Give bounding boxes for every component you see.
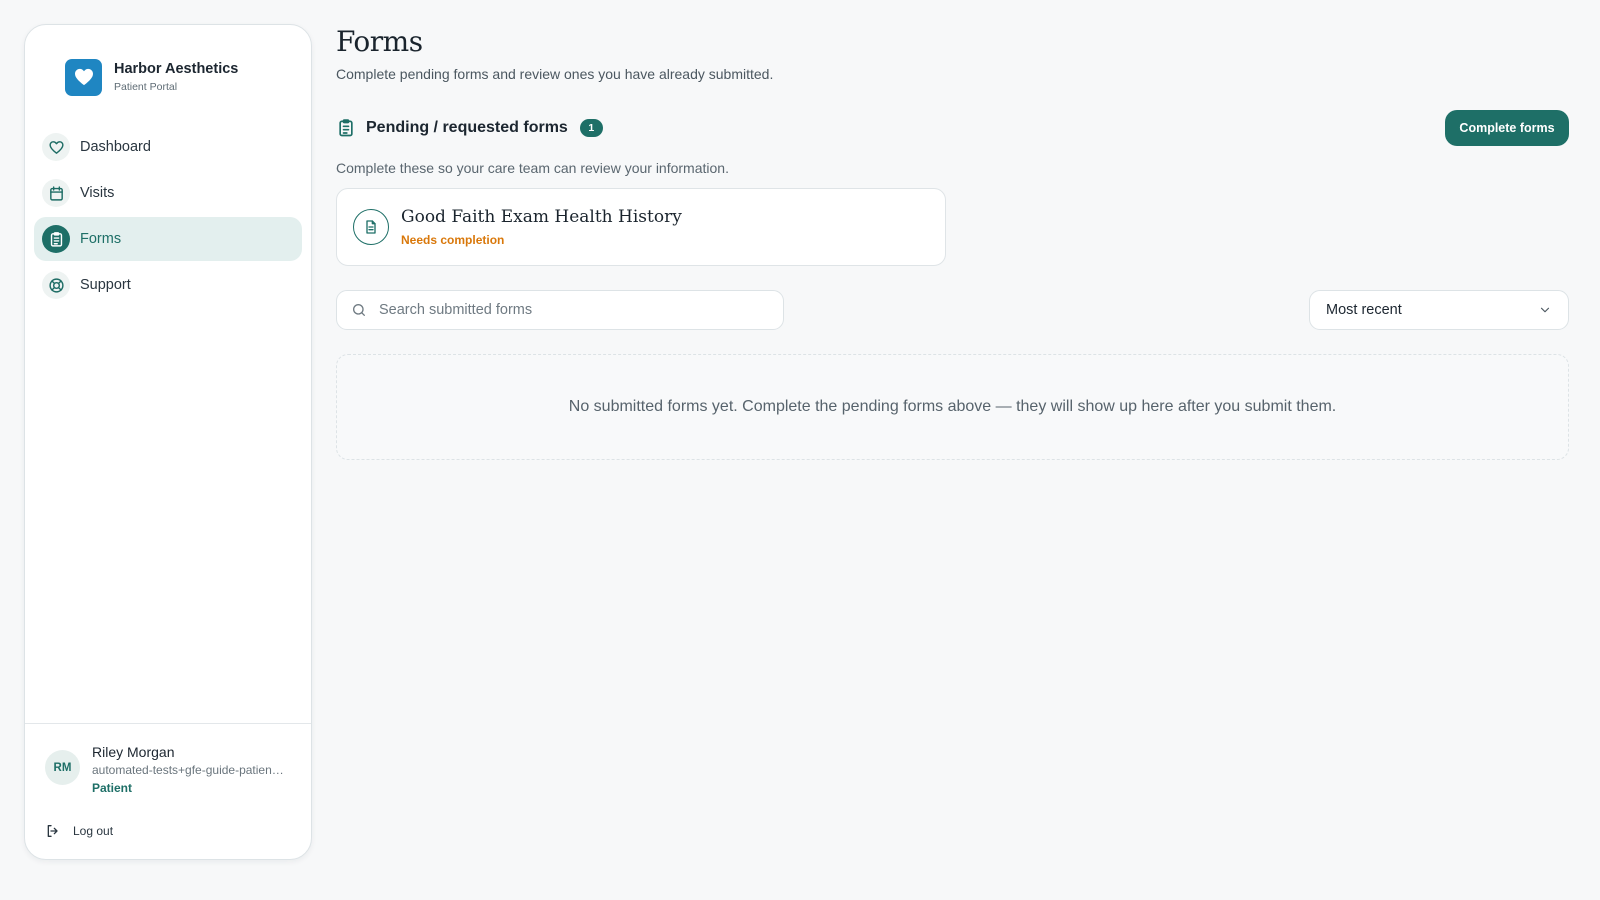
pending-section-description: Complete these so your care team can rev… [336,160,729,176]
sidebar: Harbor Aesthetics Patient Portal Dashboa… [24,24,312,860]
sidebar-item-label: Dashboard [80,139,151,155]
pending-count-badge: 1 [579,119,603,137]
pending-section-header: Pending / requested forms 1 Complete for… [336,110,1569,146]
page-subtitle: Complete pending forms and review ones y… [336,66,774,82]
pending-section-title: Pending / requested forms [366,119,568,136]
user-name: Riley Morgan [92,744,175,760]
sort-value: Most recent [1326,302,1402,318]
heart-icon [42,133,70,161]
logout-icon [45,823,61,839]
submitted-filter-row: Most recent [336,290,1569,330]
sidebar-item-dashboard[interactable]: Dashboard [34,125,302,169]
sidebar-item-forms[interactable]: Forms [34,217,302,261]
document-icon [353,209,389,245]
sidebar-item-visits[interactable]: Visits [34,171,302,215]
sidebar-nav: Dashboard Visits Forms Support [25,125,311,309]
calendar-icon [42,179,70,207]
logout-button[interactable]: Log out [45,823,165,839]
user-email: automated-tests+gfe-guide-patient@harbor… [92,763,287,777]
main-content: Forms Complete pending forms and review … [336,24,1569,460]
brand-subtitle: Patient Portal [114,81,178,93]
user-role: Patient [92,781,133,795]
sidebar-item-label: Support [80,277,131,293]
page-title: Forms [336,25,423,58]
submitted-forms-empty-state: No submitted forms yet. Complete the pen… [336,354,1569,460]
sidebar-item-label: Visits [80,185,115,201]
search-box[interactable] [336,290,784,330]
avatar: RM [45,750,80,785]
pending-form-card[interactable]: Good Faith Exam Health History Needs com… [336,188,946,266]
complete-forms-button[interactable]: Complete forms [1445,110,1569,146]
user-row[interactable]: RM Riley Morgan automated-tests+gfe-guid… [45,744,311,795]
brand[interactable]: Harbor Aesthetics Patient Portal [25,25,311,109]
empty-state-message: No submitted forms yet. Complete the pen… [568,398,1337,415]
sidebar-item-label: Forms [80,231,122,247]
sort-select[interactable]: Most recent [1309,290,1569,330]
heart-logo-icon [65,58,102,96]
search-icon [351,302,367,318]
form-title: Good Faith Exam Health History [401,207,682,227]
search-input[interactable] [379,302,759,318]
lifebuoy-icon [42,271,70,299]
user-panel: RM Riley Morgan automated-tests+gfe-guid… [25,723,311,859]
brand-name: Harbor Aesthetics [114,61,239,77]
form-status: Needs completion [401,233,505,247]
clipboard-icon [336,118,356,138]
clipboard-icon [42,225,70,253]
sidebar-item-support[interactable]: Support [34,263,302,307]
chevron-down-icon [1538,303,1552,317]
logout-label: Log out [73,824,114,838]
